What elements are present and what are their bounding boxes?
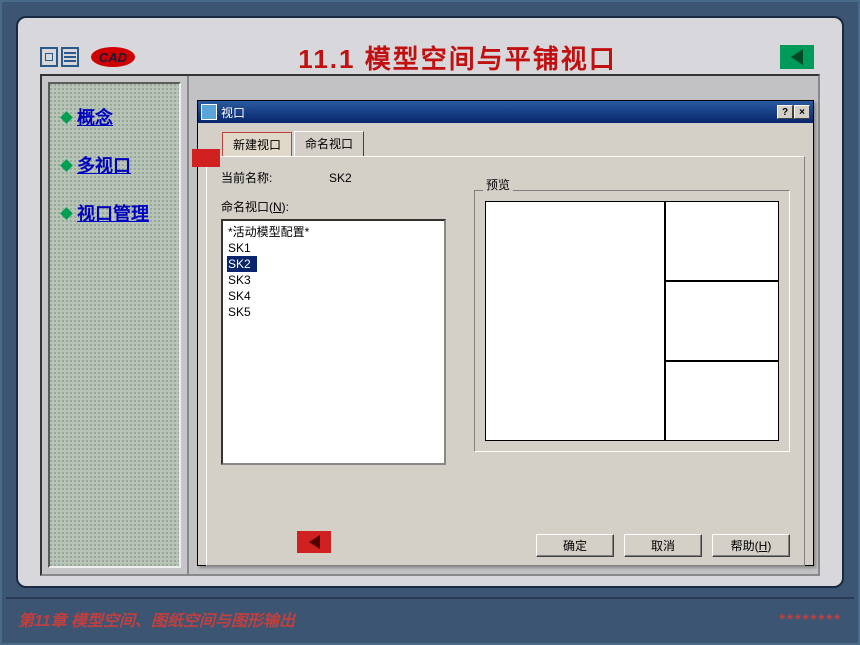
main-area: 视口 ? × 新建视口 命名视口 当前名称: SK2 xyxy=(187,76,818,574)
preview-pane-right-top xyxy=(666,202,778,282)
ok-button[interactable]: 确定 xyxy=(536,534,614,557)
bullet-icon xyxy=(60,207,73,220)
content-area: 概念 多视口 视口管理 视口 xyxy=(40,74,820,576)
dialog-title: 视口 xyxy=(221,104,777,121)
list-item[interactable]: SK4 xyxy=(227,288,440,304)
page-title: 11.1 模型空间与平铺视口 xyxy=(135,39,780,76)
help-button[interactable]: 帮助(H) xyxy=(712,534,790,557)
arrow-left-icon xyxy=(309,535,320,549)
back-button[interactable] xyxy=(297,531,331,553)
sidebar-item-label: 概念 xyxy=(77,104,113,130)
viewport-listbox[interactable]: *活动模型配置* SK1 SK2 SK3 SK4 SK5 xyxy=(221,219,446,465)
bullet-icon xyxy=(60,111,73,124)
dialog-titlebar[interactable]: 视口 ? × xyxy=(198,101,813,123)
preview-pane-left xyxy=(486,202,666,440)
list-item[interactable]: SK5 xyxy=(227,304,440,320)
list-item[interactable]: *活动模型配置* xyxy=(227,224,440,240)
tab-panel: 当前名称: SK2 命名视口(N): *活动模型配置* SK1 SK2 SK3 xyxy=(206,156,805,566)
dialog-icon xyxy=(201,104,217,120)
cad-logo: CAD xyxy=(91,47,135,67)
sidebar-item-concept[interactable]: 概念 xyxy=(62,104,149,130)
inner-frame: CAD 11.1 模型空间与平铺视口 概念 多视口 xyxy=(16,16,844,588)
bottom-nav xyxy=(297,531,331,553)
arrow-left-icon xyxy=(791,49,803,65)
app-frame: CAD 11.1 模型空间与平铺视口 概念 多视口 xyxy=(0,0,860,645)
tab-new-viewport[interactable]: 新建视口 xyxy=(222,132,292,157)
footer: 第11章 模型空间、图纸空间与图形输出 ******** xyxy=(6,597,854,639)
viewport-dialog: 视口 ? × 新建视口 命名视口 当前名称: SK2 xyxy=(197,100,814,566)
sidebar-item-viewmgmt[interactable]: 视口管理 xyxy=(62,200,149,226)
active-marker xyxy=(192,149,220,167)
footer-text: 第11章 模型空间、图纸空间与图形输出 xyxy=(18,607,295,631)
list-item[interactable]: SK2 xyxy=(227,256,257,272)
preview-fieldset: 预览 xyxy=(474,190,790,452)
help-button[interactable]: ? xyxy=(777,105,793,119)
list-item[interactable]: SK1 xyxy=(227,240,440,256)
bullet-icon xyxy=(60,159,73,172)
sidebar-item-label: 多视口 xyxy=(77,152,131,178)
preview-label: 预览 xyxy=(483,176,513,193)
footer-stars: ******** xyxy=(779,611,842,628)
current-name-label: 当前名称: xyxy=(221,169,329,186)
cancel-button[interactable]: 取消 xyxy=(624,534,702,557)
header-icons xyxy=(40,47,79,67)
preview-box xyxy=(485,201,779,441)
tabs: 新建视口 命名视口 xyxy=(198,123,813,156)
sidebar-item-multiview[interactable]: 多视口 xyxy=(62,152,149,178)
preview-pane-right-bot xyxy=(666,362,778,440)
preview-pane-right-mid xyxy=(666,282,778,362)
header-bar: CAD 11.1 模型空间与平铺视口 xyxy=(40,38,820,76)
close-button[interactable]: × xyxy=(794,105,810,119)
list-item[interactable]: SK3 xyxy=(227,272,440,288)
current-name-value: SK2 xyxy=(329,171,352,185)
menu-icon[interactable] xyxy=(61,47,79,67)
list-label: 命名视口(N): xyxy=(221,198,446,215)
calc-icon[interactable] xyxy=(40,47,58,67)
nav-prev-button[interactable] xyxy=(780,45,814,69)
tab-named-viewport[interactable]: 命名视口 xyxy=(294,131,364,156)
sidebar: 概念 多视口 视口管理 xyxy=(42,76,187,574)
sidebar-item-label: 视口管理 xyxy=(77,200,149,226)
